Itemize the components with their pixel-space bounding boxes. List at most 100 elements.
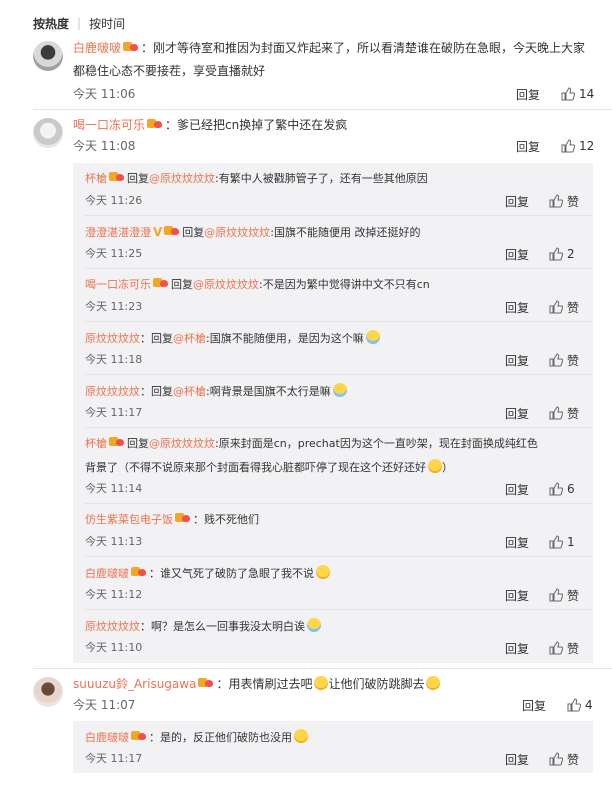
- like-count: 赞: [567, 353, 580, 368]
- reply-button[interactable]: 回复: [505, 246, 529, 263]
- thumbs-up-icon: [549, 588, 563, 602]
- thumbs-up-icon: [549, 353, 563, 367]
- reply-text: ：谁又气死了破防了急眼了我不说: [149, 567, 314, 580]
- username[interactable]: 仿生紫菜包电子饭: [85, 513, 173, 526]
- reply-button[interactable]: 回复: [505, 299, 529, 316]
- like-button[interactable]: 6: [549, 481, 575, 497]
- mention-link[interactable]: 杯槍: [184, 332, 206, 345]
- scared-emoji-icon: [428, 459, 442, 473]
- username[interactable]: 杯槍: [85, 172, 107, 185]
- thumbs-up-icon: [567, 698, 581, 712]
- username[interactable]: 澄澄湛湛澄澄: [85, 226, 151, 239]
- reply-text-line: 背景了（不得不说原来那个封面看得我心脏都吓停了现在这个还好还好 ）: [85, 459, 453, 476]
- like-count: 赞: [567, 752, 580, 767]
- divider: [85, 321, 593, 322]
- fan-badge-icon: [153, 277, 169, 289]
- like-button[interactable]: 14: [561, 86, 594, 102]
- mention-link[interactable]: 原炆炆炆炆: [204, 278, 259, 291]
- mention-link[interactable]: 原炆炆炆炆: [160, 172, 215, 185]
- crying-emoji-icon: [332, 383, 347, 397]
- username[interactable]: 原炆炆炆炆: [85, 332, 140, 345]
- fan-badge-icon: [198, 677, 214, 689]
- reply-button[interactable]: 回复: [505, 640, 529, 657]
- like-button[interactable]: 赞: [549, 640, 579, 656]
- reply-button[interactable]: 回复: [516, 86, 540, 103]
- reply-text: ：啊？是怎么一回事我没太明白诶: [140, 620, 305, 633]
- comment-text-line: suuuzu鈴_Arisugawa ：用表情刷过去吧 让他们破防跳脚去: [73, 676, 441, 692]
- avatar[interactable]: [33, 677, 63, 707]
- username[interactable]: 喝一口冻可乐: [85, 278, 151, 291]
- like-button[interactable]: 赞: [549, 352, 579, 368]
- reply-button[interactable]: 回复: [505, 193, 529, 210]
- like-count: 赞: [567, 406, 580, 421]
- divider: [33, 109, 612, 110]
- like-button[interactable]: 4: [567, 697, 593, 713]
- tab-sort-by-time[interactable]: 按时间: [89, 15, 125, 32]
- thumbs-up-icon: [549, 300, 563, 314]
- crying-emoji-icon: [307, 618, 321, 632]
- reply-button[interactable]: 回复: [516, 138, 540, 155]
- divider: [85, 503, 593, 504]
- reply-button[interactable]: 回复: [505, 352, 529, 369]
- comment-meta: 今天 11:08: [73, 138, 135, 154]
- like-button[interactable]: 12: [561, 138, 594, 154]
- thumbs-up-icon: [549, 535, 563, 549]
- mention-at: @: [173, 385, 184, 398]
- reply-button[interactable]: 回复: [505, 481, 529, 498]
- comment-text-line: 都稳住心态不要接茬，享受直播就好: [73, 63, 265, 79]
- divider: [85, 215, 593, 216]
- comment-text: ：刚才等待室和推因为封面又炸起来了，所以看清楚谁在破防在急眼，今天晚上大家: [141, 41, 586, 55]
- fan-badge-icon: [123, 41, 139, 53]
- tab-sort-by-hot[interactable]: 按热度: [33, 15, 69, 32]
- username[interactable]: 白鹿啵啵: [85, 731, 129, 744]
- username[interactable]: 原炆炆炆炆: [85, 385, 140, 398]
- crying-emoji-icon: [365, 330, 380, 344]
- reply-label: 回复: [171, 278, 193, 291]
- reply-label: 回复: [127, 437, 149, 450]
- mention-at: @: [204, 226, 216, 239]
- sort-tabs: 按热度 | 按时间: [33, 14, 125, 32]
- like-button[interactable]: 赞: [549, 405, 579, 421]
- timestamp: 今天 11:07: [73, 698, 136, 712]
- username[interactable]: 杯槍: [85, 437, 107, 450]
- like-button[interactable]: 1: [549, 534, 575, 550]
- username[interactable]: suuuzu鈴_Arisugawa: [73, 677, 196, 691]
- reply-button[interactable]: 回复: [505, 587, 529, 604]
- reply-label: 回复: [182, 226, 205, 239]
- timestamp: 今天 11:25: [85, 247, 143, 260]
- username[interactable]: 白鹿啵啵: [73, 41, 121, 55]
- like-button[interactable]: 赞: [549, 299, 579, 315]
- reply-text: :原来封面是cn，prechat因为这个一直吵架，现在封面换成纯红色: [215, 437, 538, 450]
- like-button[interactable]: 赞: [549, 193, 579, 209]
- avatar[interactable]: [33, 118, 63, 148]
- username[interactable]: 原炆炆炆炆: [85, 620, 140, 633]
- reply-button[interactable]: 回复: [505, 405, 529, 422]
- reply-text-line: 白鹿啵啵 ：谁又气死了破防了急眼了我不说: [85, 565, 330, 582]
- reply-button[interactable]: 回复: [505, 534, 529, 551]
- reply-button[interactable]: 回复: [522, 697, 546, 714]
- fan-badge-icon: [164, 225, 180, 237]
- mention-link[interactable]: 杯槍: [184, 385, 206, 398]
- fan-badge-icon: [131, 566, 147, 578]
- like-button[interactable]: 赞: [549, 751, 579, 767]
- reply-text-line: 白鹿啵啵 ：是的，反正他们破防也没用: [85, 729, 308, 746]
- like-button[interactable]: 2: [549, 246, 575, 262]
- tab-separator: |: [77, 16, 82, 30]
- mention-link[interactable]: 原炆炆炆炆: [160, 437, 215, 450]
- reply-button[interactable]: 回复: [505, 751, 529, 768]
- thumbs-up-icon: [549, 247, 563, 261]
- username[interactable]: 白鹿啵啵: [85, 567, 129, 580]
- divider: [85, 556, 593, 557]
- timestamp: 今天 11:18: [85, 353, 143, 366]
- fan-badge-icon: [109, 171, 125, 183]
- username[interactable]: 喝一口冻可乐: [73, 118, 145, 132]
- reply-text-line: 仿生紫菜包电子饭 ：贱不死他们: [85, 512, 259, 528]
- fan-badge-icon: [131, 730, 147, 742]
- like-button[interactable]: 赞: [549, 587, 579, 603]
- reply-text: ：贱不死他们: [193, 513, 259, 526]
- avatar[interactable]: [33, 41, 63, 71]
- mention-at: @: [193, 278, 204, 291]
- mention-at: @: [173, 332, 184, 345]
- mention-link[interactable]: 原炆炆炆炆: [215, 226, 270, 239]
- smirk-emoji-icon: [294, 729, 308, 743]
